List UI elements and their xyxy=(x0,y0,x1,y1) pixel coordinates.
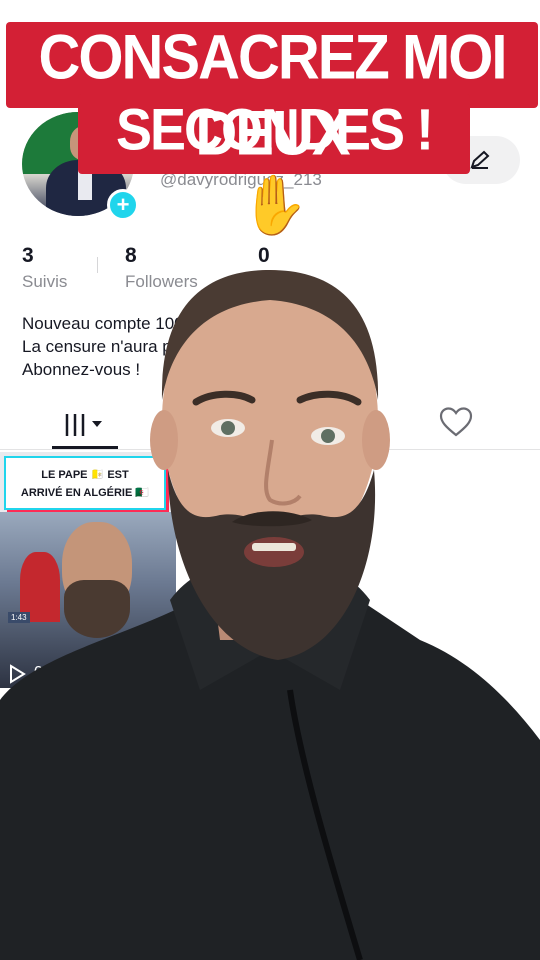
presenter-head xyxy=(162,270,378,570)
video-play-indicator xyxy=(8,664,26,688)
video-play-count: 0 xyxy=(34,664,43,681)
presenter-zipper xyxy=(287,689,363,960)
stat-likes[interactable]: 0 xyxy=(258,244,270,268)
bio-line: Abonnez-vous ! xyxy=(22,360,141,379)
presenter-eye-right xyxy=(311,427,345,445)
video-caption-line: LE PAPE 🇻🇦 EST xyxy=(41,469,129,481)
presenter-beard xyxy=(168,470,376,660)
video-beard xyxy=(64,580,130,638)
presenter-eye-left xyxy=(211,419,245,437)
presenter-collar xyxy=(170,566,370,690)
stat-following-value: 3 xyxy=(22,244,34,267)
stat-following-label: Suivis xyxy=(22,272,68,291)
video-duration: 1:43 xyxy=(8,612,30,623)
video-thumbnail[interactable]: LE PAPE 🇻🇦 EST ARRIVÉ EN ALGÉRIE 🇩🇿 xyxy=(0,452,176,688)
video-caption: LE PAPE 🇻🇦 EST ARRIVÉ EN ALGÉRIE 🇩🇿 xyxy=(4,456,166,510)
presenter-neck xyxy=(210,560,330,640)
tab-videos[interactable] xyxy=(52,404,118,450)
presenter-eyebrow-right xyxy=(296,390,362,406)
bio-line: La censure n'aura p xyxy=(22,337,172,356)
stat-followers-label: Followers xyxy=(125,272,198,291)
tabs-divider xyxy=(0,449,540,450)
presenter-mustache xyxy=(232,511,312,527)
stat-followers[interactable]: 8 Followers xyxy=(125,244,198,292)
heart-icon xyxy=(439,407,473,437)
profile-bio: Nouveau compte 100 La censure n'aura p A… xyxy=(22,312,184,381)
grid-icon xyxy=(65,414,102,436)
stat-following[interactable]: 3 Suivis xyxy=(22,244,67,292)
tab-liked[interactable] xyxy=(438,406,474,443)
presenter-eyebrow-left xyxy=(192,390,256,406)
title-line-2: SECONDES ! ✋ xyxy=(115,97,434,239)
presenter-ear-right xyxy=(362,410,390,470)
bio-line: Nouveau compte 100 xyxy=(22,314,184,333)
video-caption-line: ARRIVÉ EN ALGÉRIE 🇩🇿 xyxy=(20,487,150,499)
play-icon xyxy=(10,664,26,684)
stat-divider xyxy=(97,257,98,273)
stat-followers-value: 8 xyxy=(125,244,137,267)
stat-likes-value: 0 xyxy=(258,244,270,267)
presenter-mouth xyxy=(244,537,304,567)
